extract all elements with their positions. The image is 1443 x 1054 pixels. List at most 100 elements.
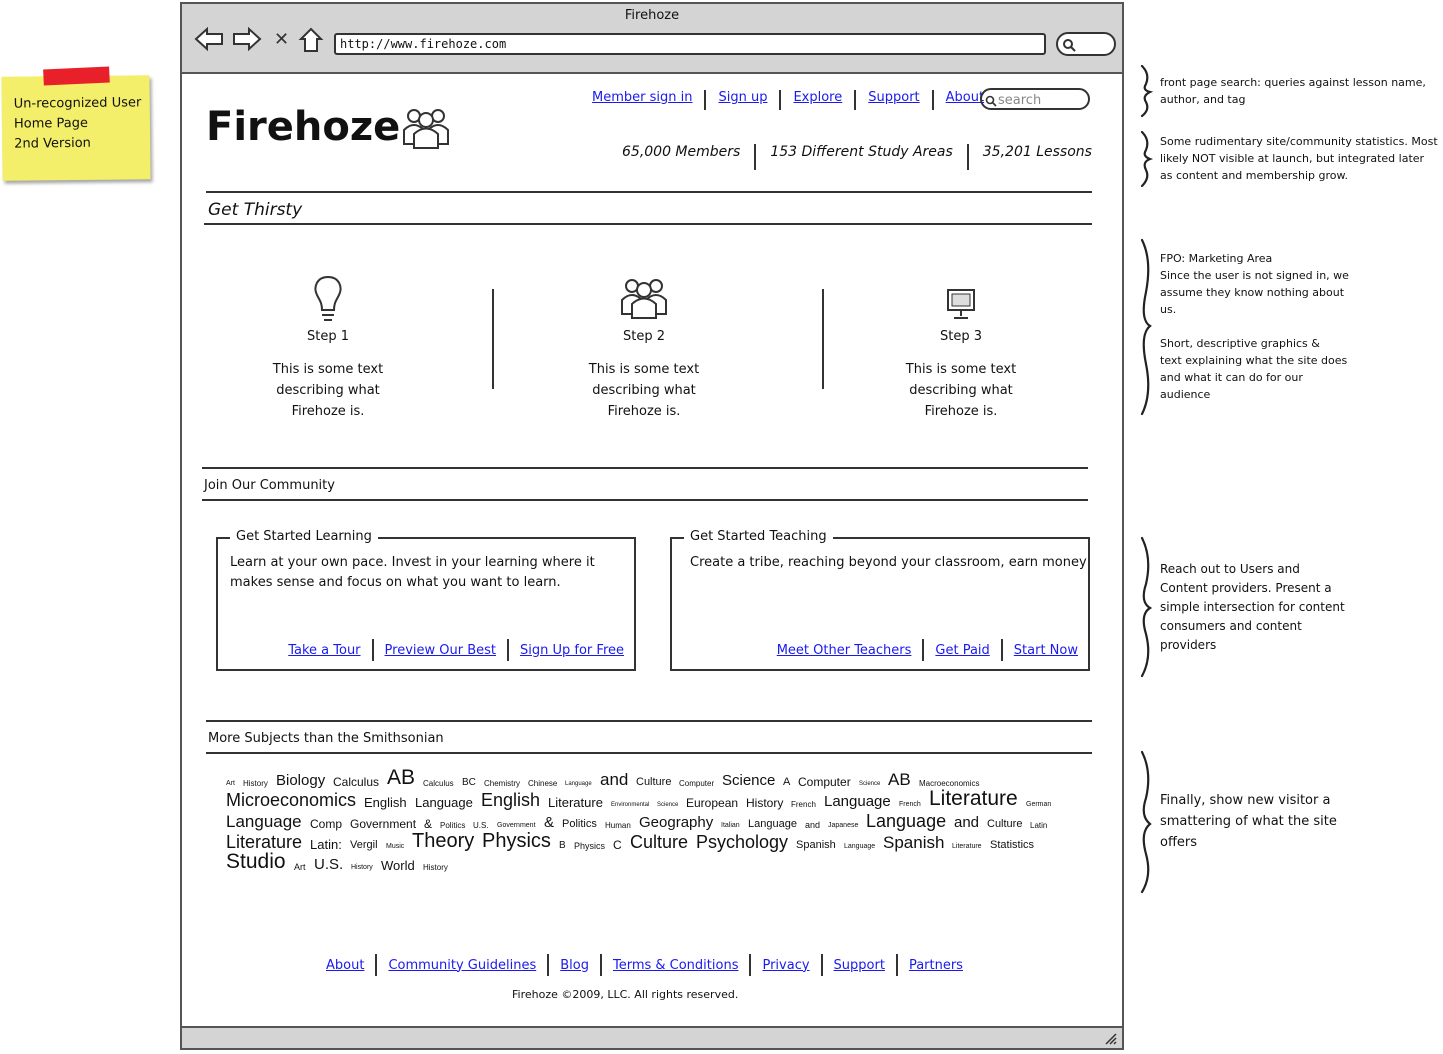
subject-tag[interactable]: Language [565, 781, 592, 787]
subject-tag[interactable]: AB [888, 770, 911, 790]
subject-tag[interactable]: Science [722, 772, 775, 789]
subject-tag[interactable]: Chinese [528, 779, 557, 788]
subject-tag[interactable]: Spanish [883, 833, 944, 853]
subject-tag[interactable]: A [783, 776, 790, 788]
subject-tag[interactable]: Language [844, 843, 875, 850]
nav-sign-up[interactable]: Sign up [718, 90, 767, 110]
subject-tag[interactable]: Literature [929, 787, 1018, 811]
subject-tag[interactable]: Computer [679, 779, 714, 788]
url-bar[interactable]: http://www.firehoze.com [334, 33, 1046, 55]
subject-tag[interactable]: French [791, 800, 816, 809]
subject-tag[interactable]: Music [386, 843, 404, 850]
site-logo[interactable]: Firehoze [206, 104, 400, 150]
subject-tag[interactable]: Culture [987, 818, 1022, 830]
subject-tag[interactable]: History [243, 779, 268, 788]
subject-tag[interactable]: German [1026, 801, 1051, 808]
subject-tag[interactable]: Psychology [696, 832, 788, 853]
subject-tag[interactable]: Language [866, 811, 946, 832]
subject-tag[interactable]: and [600, 770, 628, 790]
footer-privacy-link[interactable]: Privacy [762, 958, 809, 973]
meet-other-teachers-link[interactable]: Meet Other Teachers [777, 643, 912, 658]
footer-partners-link[interactable]: Partners [909, 958, 963, 973]
subject-tag[interactable]: & [544, 814, 554, 831]
preview-our-best-link[interactable]: Preview Our Best [385, 643, 496, 658]
close-x-icon[interactable]: ✕ [274, 28, 289, 52]
subject-tag[interactable]: Culture [636, 776, 671, 788]
subject-tag[interactable]: U.S. [473, 821, 489, 830]
take-a-tour-link[interactable]: Take a Tour [288, 643, 360, 658]
subject-tag[interactable]: French [899, 801, 921, 808]
subject-tag[interactable]: Literature [952, 843, 982, 850]
browser-title: Firehoze [624, 8, 680, 23]
subject-tag[interactable]: Science [657, 802, 678, 808]
subject-tag[interactable]: European [686, 796, 738, 810]
subject-tag[interactable]: English [481, 790, 540, 811]
subject-tag[interactable]: History [746, 796, 783, 810]
subject-tag[interactable]: and [805, 820, 820, 830]
nav-explore[interactable]: Explore [793, 90, 842, 110]
subject-tag[interactable]: Latin: [310, 837, 342, 852]
subject-tag[interactable]: Physics [574, 841, 605, 851]
start-now-link[interactable]: Start Now [1014, 643, 1078, 658]
resize-grip-icon[interactable] [1102, 1030, 1118, 1049]
subject-tag[interactable]: Language [748, 818, 797, 830]
subject-tag[interactable]: World [381, 858, 415, 873]
nav-about[interactable]: About [946, 90, 984, 110]
subject-tag[interactable]: BC [462, 777, 476, 788]
subject-tag[interactable]: C [613, 838, 622, 852]
site-search-input[interactable]: search [980, 88, 1090, 110]
sign-up-free-link[interactable]: Sign Up for Free [520, 643, 624, 658]
nav-member-sign-in[interactable]: Member sign in [592, 90, 692, 110]
subject-tag[interactable]: Politics [440, 821, 465, 830]
subject-tag[interactable]: AB [387, 766, 415, 790]
forward-arrow-icon[interactable] [232, 26, 262, 56]
subject-tag[interactable]: Physics [482, 830, 551, 853]
subject-tag[interactable]: Language [824, 793, 891, 810]
subject-tag[interactable]: Calculus [333, 775, 379, 789]
subject-tag[interactable]: Art [294, 862, 306, 872]
subject-tag[interactable]: History [351, 864, 373, 871]
subject-tag[interactable]: Computer [798, 775, 851, 789]
footer-about-link[interactable]: About [326, 958, 364, 973]
subject-tag[interactable]: Language [226, 812, 302, 832]
subject-tag[interactable]: Microeconomics [226, 790, 356, 811]
subject-tag[interactable]: Government [350, 817, 416, 831]
subject-tag[interactable]: Vergil [350, 839, 378, 851]
subject-tag[interactable]: Comp [310, 817, 342, 831]
footer-blog-link[interactable]: Blog [560, 958, 589, 973]
subject-tag[interactable]: Art [226, 780, 235, 787]
subject-tag[interactable]: Italian [721, 822, 740, 829]
subject-tag[interactable]: Calculus [423, 779, 454, 788]
subject-tag[interactable]: Language [415, 795, 473, 810]
subject-tag[interactable]: Geography [639, 814, 713, 831]
subject-tag[interactable]: and [954, 814, 979, 831]
subject-tag[interactable]: Environmental [611, 802, 649, 808]
browser-search-field[interactable] [1056, 32, 1116, 56]
subject-tag[interactable]: Studio [226, 850, 286, 874]
footer-terms-link[interactable]: Terms & Conditions [613, 958, 739, 973]
get-paid-link[interactable]: Get Paid [935, 643, 989, 658]
back-arrow-icon[interactable] [194, 26, 224, 56]
subject-tag[interactable]: Science [859, 781, 880, 787]
subject-tag[interactable]: Spanish [796, 839, 836, 851]
subject-tag[interactable]: B [559, 840, 566, 851]
subject-tag[interactable]: Literature [548, 795, 603, 810]
subject-tag[interactable]: History [423, 863, 448, 872]
subject-tag[interactable]: English [364, 795, 407, 810]
subject-tag[interactable]: Statistics [990, 839, 1034, 851]
subject-tag[interactable]: Chemistry [484, 779, 520, 788]
subject-tag[interactable]: Theory [412, 830, 474, 853]
nav-support[interactable]: Support [868, 90, 919, 110]
subject-tag[interactable]: Biology [276, 772, 325, 789]
subject-tag[interactable]: Latin [1030, 821, 1047, 830]
subject-tag[interactable]: Human [605, 821, 631, 830]
subject-tag[interactable]: Japanese [828, 822, 858, 829]
subject-tag[interactable]: U.S. [314, 856, 343, 873]
subject-tag[interactable]: Politics [562, 818, 597, 830]
footer-guidelines-link[interactable]: Community Guidelines [388, 958, 536, 973]
subject-tag[interactable]: Culture [630, 832, 688, 853]
home-icon[interactable] [298, 26, 324, 58]
subject-tag[interactable]: Government [497, 822, 536, 829]
subject-tag[interactable]: & [424, 817, 432, 831]
footer-support-link[interactable]: Support [834, 958, 885, 973]
